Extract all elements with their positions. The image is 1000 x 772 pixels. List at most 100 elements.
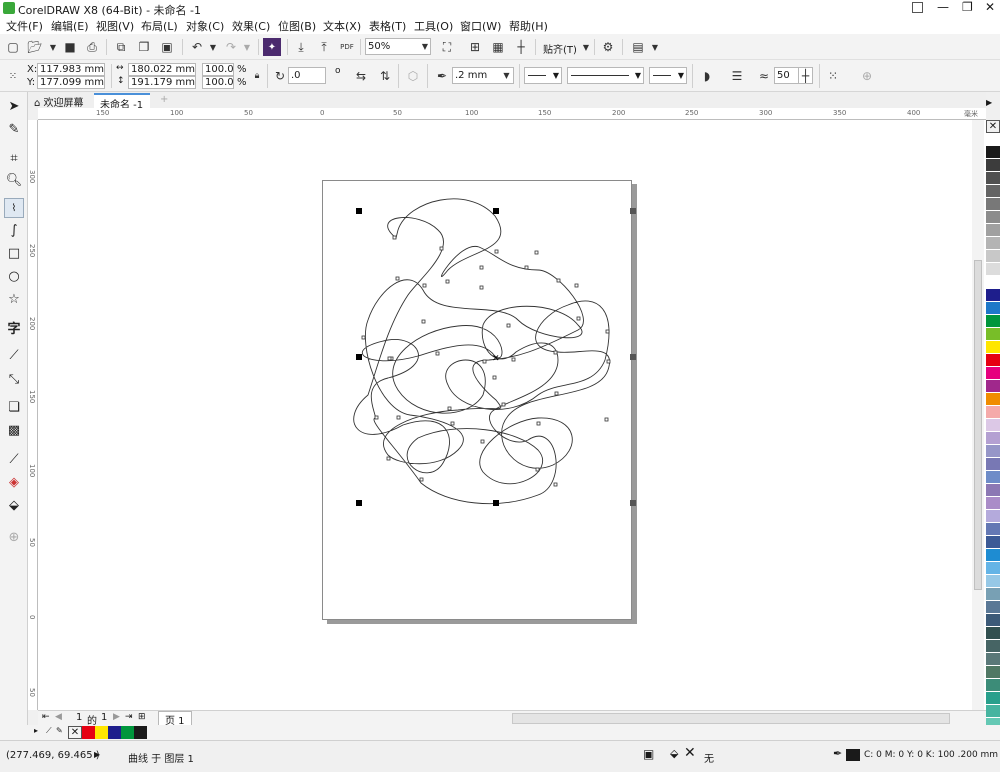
palette-scroll-up-icon[interactable]: ▶ [986,98,992,107]
text-tool-icon[interactable]: 字 [4,317,24,337]
color-swatch[interactable] [986,146,1000,159]
polygon-tool-icon[interactable]: ☆ [4,289,24,309]
scale-y-field[interactable]: 100.0 [202,76,234,89]
color-swatch[interactable] [986,380,1000,393]
menu-help[interactable]: 帮助(H) [509,18,548,34]
object-origin-icon[interactable]: ⁙ [4,67,22,85]
print-icon[interactable]: ⎙ [83,38,101,56]
artistic-media-icon[interactable]: ∫ [4,220,24,240]
color-swatch[interactable] [986,523,1000,536]
menu-file[interactable]: 文件(F) [6,18,43,34]
transparency-tool-icon[interactable]: ▩ [4,420,24,440]
full-screen-preview-icon[interactable]: ⊞ [466,38,484,56]
color-swatch[interactable] [986,666,1000,679]
y-position-field[interactable]: 177.099 mm [37,76,105,89]
start-arrowhead-select[interactable]: ▼ [524,67,562,84]
zoom-tool-icon[interactable]: 🔍︎ [4,170,24,190]
color-swatch[interactable] [986,627,1000,640]
restore-button[interactable]: ❐ [962,0,973,14]
mirror-vertical-icon[interactable]: ⇅ [376,67,394,85]
last-page-icon[interactable]: ⇥ [125,712,133,722]
color-swatch[interactable] [986,315,1000,328]
redo-dropdown-icon[interactable]: ▼ [238,38,256,56]
minimize-button[interactable]: — [937,0,949,14]
color-swatch[interactable] [986,133,1000,146]
doc-color-swatch[interactable] [82,726,95,739]
color-swatch[interactable] [986,237,1000,250]
outline-pen-icon[interactable]: ✒ [433,67,451,85]
selection-handle-tc[interactable] [493,208,499,214]
eyedropper-icon[interactable]: ⟋ [46,726,52,736]
color-swatch[interactable] [986,341,1000,354]
color-swatch[interactable] [986,510,1000,523]
color-swatch[interactable] [986,640,1000,653]
menu-table[interactable]: 表格(T) [369,18,406,34]
menu-layout[interactable]: 布局(L) [141,18,178,34]
close-button[interactable]: ✕ [985,0,995,14]
search-content-icon[interactable]: ✦ [263,38,281,56]
selection-handle-ml[interactable] [356,354,362,360]
convert-to-curve-icon[interactable]: ⬡ [404,67,422,85]
menu-tools[interactable]: 工具(O) [414,18,453,34]
status-expand-icon[interactable]: ▶ [94,750,100,759]
color-swatch[interactable] [986,276,1000,289]
color-swatch[interactable] [986,159,1000,172]
color-swatch[interactable] [986,224,1000,237]
options-gear-icon[interactable]: ⚙ [599,38,617,56]
freehand-tool-icon[interactable]: ⌇ [4,198,24,218]
selection-handle-br[interactable] [630,500,636,506]
color-proof-icon[interactable]: ▣ [643,747,654,761]
color-swatch[interactable] [986,328,1000,341]
smart-fill-icon[interactable]: ⬙ [4,495,24,515]
open-icon[interactable]: 📂︎ [26,38,44,56]
close-curve-icon[interactable]: ◗ [698,67,716,85]
menu-effects[interactable]: 效果(C) [232,18,270,34]
copy-icon[interactable]: ❐ [135,38,153,56]
color-swatch[interactable] [986,354,1000,367]
color-swatch[interactable] [986,419,1000,432]
drawing-canvas[interactable]: ✕ [38,120,986,710]
menu-edit[interactable]: 编辑(E) [51,18,89,34]
rectangle-tool-icon[interactable]: □ [4,243,24,263]
color-swatch[interactable] [986,692,1000,705]
import-icon[interactable]: ⤓ [292,38,310,56]
color-swatch[interactable] [986,211,1000,224]
add-page-icon[interactable]: ⊞ [138,712,146,722]
color-swatch[interactable] [986,653,1000,666]
selection-handle-bl[interactable] [356,500,362,506]
color-swatch[interactable] [986,536,1000,549]
rotation-angle-field[interactable]: .0 [288,67,326,84]
lock-ratio-icon[interactable]: 🔒︎ [248,67,266,85]
color-swatch[interactable] [986,367,1000,380]
eyedropper-tool-icon[interactable]: ⟋ [4,449,24,469]
color-swatch[interactable] [986,549,1000,562]
cut-icon[interactable]: ⧉ [112,38,130,56]
menu-window[interactable]: 窗口(W) [460,18,501,34]
dimension-tool-icon[interactable]: ⟋ [4,345,24,365]
color-swatch[interactable] [986,185,1000,198]
ellipse-tool-icon[interactable]: ○ [4,266,24,286]
color-swatch[interactable] [986,562,1000,575]
add-tool-icon[interactable]: ⊕ [4,527,24,547]
freehand-curve[interactable]: ✕ [38,120,978,710]
zoom-dropdown-icon[interactable]: ▼ [419,39,431,54]
width-field[interactable]: 180.022 mm [128,63,196,76]
open-dropdown-icon[interactable]: ▼ [44,38,62,56]
palette-edit-icon[interactable]: ✎ [56,726,63,735]
color-swatch[interactable] [986,497,1000,510]
outline-width-dropdown-icon[interactable]: ▼ [500,68,513,83]
snap-to-label[interactable]: 贴齐(T) [543,41,577,56]
snap-dropdown-icon[interactable]: ▼ [577,38,595,56]
doc-color-swatch[interactable] [108,726,121,739]
vertical-scroll-thumb[interactable] [974,260,982,590]
add-icon[interactable]: ⊕ [858,67,876,85]
drop-shadow-tool-icon[interactable]: ❏ [4,397,24,417]
x-position-field[interactable]: 117.983 mm [37,63,105,76]
interactive-fill-icon[interactable]: ◈ [4,472,24,492]
line-style-select[interactable]: ▼ [567,67,644,84]
scale-x-field[interactable]: 100.0 [202,63,234,76]
vertical-scrollbar[interactable] [972,120,984,710]
zoom-to-page-icon[interactable]: ⛶ [438,38,456,56]
color-swatch[interactable] [986,484,1000,497]
save-icon[interactable]: ■ [61,38,79,56]
